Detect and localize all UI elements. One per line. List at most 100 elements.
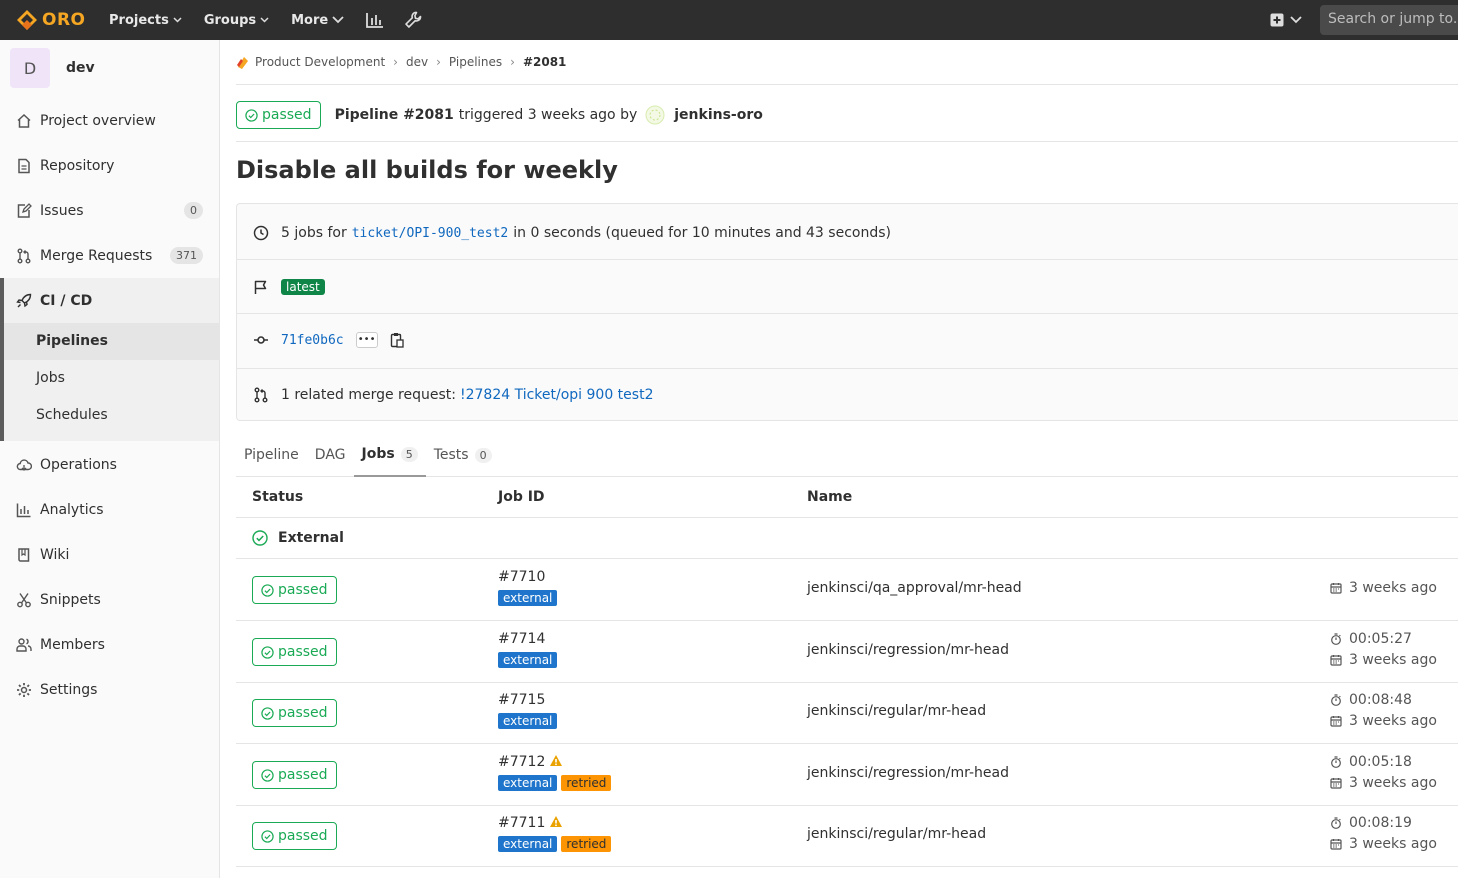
external-badge: external (498, 590, 558, 606)
sidebar-item-merge-requests[interactable]: Merge Requests 371 (0, 233, 219, 278)
tab-dag[interactable]: DAG (307, 433, 354, 477)
job-id-cell: #7711 (498, 815, 563, 831)
book-icon (16, 547, 32, 563)
user-name[interactable]: jenkins-oro (674, 107, 763, 123)
copy-clipboard-icon[interactable] (390, 332, 404, 348)
job-id-cell: #7714 (498, 631, 545, 647)
logo[interactable]: ORO (16, 9, 96, 31)
sidebar-subitem-jobs[interactable]: Jobs (36, 370, 65, 386)
sidebar-subitem-pipelines[interactable]: Pipelines (36, 333, 108, 349)
merge-request-icon (253, 387, 269, 403)
chevron-right-icon: › (436, 55, 441, 69)
tab-label: Jobs (361, 446, 395, 462)
more-dropdown[interactable]: More (291, 13, 344, 28)
job-status-badge[interactable]: passed (252, 699, 337, 727)
new-dropdown-button[interactable] (1270, 13, 1302, 27)
jobs-table-header: Status Job ID Name (236, 477, 1458, 518)
issues-icon (16, 202, 32, 219)
job-name-link[interactable]: jenkinsci/regression/mr-head (807, 642, 1009, 658)
job-name-link[interactable]: jenkinsci/qa_approval/mr-head (807, 580, 1022, 596)
merge-request-icon (16, 248, 32, 264)
status-success-icon (252, 530, 268, 546)
project-header[interactable]: D dev (0, 40, 219, 96)
stage-name: External (278, 530, 344, 546)
activity-chart-icon[interactable] (366, 12, 384, 28)
sidebar-active-highlight (0, 323, 219, 360)
job-id-link[interactable]: #7710 (498, 569, 545, 585)
job-status-badge[interactable]: passed (252, 638, 337, 666)
column-header-status: Status (252, 489, 304, 505)
project-name: dev (66, 60, 95, 76)
brand-name: ORO (42, 10, 86, 30)
groups-dropdown[interactable]: Groups (204, 13, 269, 28)
tab-label: DAG (314, 447, 346, 463)
sidebar-item-members[interactable]: Members (0, 622, 219, 667)
status-label: passed (262, 107, 312, 123)
divider (236, 141, 1458, 142)
sidebar-item-snippets[interactable]: Snippets (0, 577, 219, 622)
clock-icon (253, 225, 269, 241)
job-badges: external (498, 713, 558, 729)
calendar-icon (1330, 778, 1342, 789)
job-finished: 3 weeks ago (1330, 775, 1437, 791)
sidebar-subitem-schedules[interactable]: Schedules (36, 407, 108, 423)
commit-sha-link[interactable]: 71fe0b6c (281, 333, 344, 348)
external-badge: external (498, 775, 558, 791)
merge-request-link[interactable]: !27824 Ticket/opi 900 test2 (460, 387, 654, 403)
breadcrumb-current[interactable]: #2081 (523, 55, 566, 69)
breadcrumb-pipelines[interactable]: Pipelines (449, 55, 502, 69)
sidebar-item-operations[interactable]: Operations (0, 442, 219, 487)
latest-badge: latest (281, 279, 325, 295)
issues-count-badge: 0 (184, 202, 203, 219)
sidebar-item-ci-cd[interactable]: CI / CD (0, 278, 219, 323)
ellipsis-button[interactable]: ••• (355, 332, 378, 348)
timer-icon (1331, 694, 1341, 706)
tab-jobs[interactable]: Jobs 5 (353, 433, 426, 477)
job-status-badge[interactable]: passed (252, 576, 337, 604)
job-badges: external (498, 652, 558, 668)
job-id-link[interactable]: #7711 (498, 815, 545, 831)
tab-pipeline[interactable]: Pipeline (236, 433, 307, 477)
pipeline-status-badge[interactable]: passed (236, 101, 321, 129)
job-name-link[interactable]: jenkinsci/regular/mr-head (807, 826, 986, 842)
breadcrumb-group[interactable]: Product Development (255, 55, 385, 69)
job-status-badge[interactable]: passed (252, 761, 337, 789)
timer-icon (1331, 633, 1341, 645)
sidebar-item-label: Snippets (40, 591, 101, 608)
branch-link[interactable]: ticket/OPI-900_test2 (352, 226, 509, 241)
job-name-link[interactable]: jenkinsci/regression/mr-head (807, 765, 1009, 781)
timer-icon (1331, 817, 1341, 829)
tab-count-badge: 0 (474, 447, 492, 463)
projects-dropdown[interactable]: Projects (109, 13, 182, 28)
admin-wrench-icon[interactable] (404, 11, 422, 29)
breadcrumb-project[interactable]: dev (406, 55, 428, 69)
sidebar-item-settings[interactable]: Settings (0, 667, 219, 712)
user-avatar[interactable] (645, 105, 665, 125)
retried-badge: retried (561, 836, 612, 852)
tab-tests[interactable]: Tests 0 (426, 433, 500, 477)
search-input[interactable]: Search or jump to... (1320, 5, 1458, 35)
commit-icon (253, 332, 269, 348)
status-success-icon (261, 583, 274, 597)
status-success-icon (261, 645, 274, 659)
oro-logo-icon (16, 9, 38, 31)
job-id-link[interactable]: #7714 (498, 631, 545, 647)
job-id-cell: #7710 (498, 569, 545, 585)
flag-icon (253, 279, 269, 295)
sidebar-item-analytics[interactable]: Analytics (0, 487, 219, 532)
job-id-link[interactable]: #7715 (498, 692, 545, 708)
home-icon (16, 113, 32, 129)
pipeline-id: Pipeline #2081 (334, 107, 454, 123)
jobs-count-text: 5 jobs for (281, 225, 347, 241)
sidebar-item-repository[interactable]: Repository (0, 143, 219, 188)
calendar-icon (1330, 839, 1342, 850)
sidebar-item-issues[interactable]: Issues 0 (0, 188, 219, 233)
sidebar-item-project-overview[interactable]: Project overview (0, 98, 219, 143)
sidebar-item-wiki[interactable]: Wiki (0, 532, 219, 577)
job-status-badge[interactable]: passed (252, 822, 337, 850)
job-name-link[interactable]: jenkinsci/regular/mr-head (807, 703, 986, 719)
job-id-link[interactable]: #7712 (498, 754, 545, 770)
divider (237, 313, 1458, 314)
chevron-right-icon: › (393, 55, 398, 69)
duration-text: 00:08:19 (1349, 815, 1412, 831)
